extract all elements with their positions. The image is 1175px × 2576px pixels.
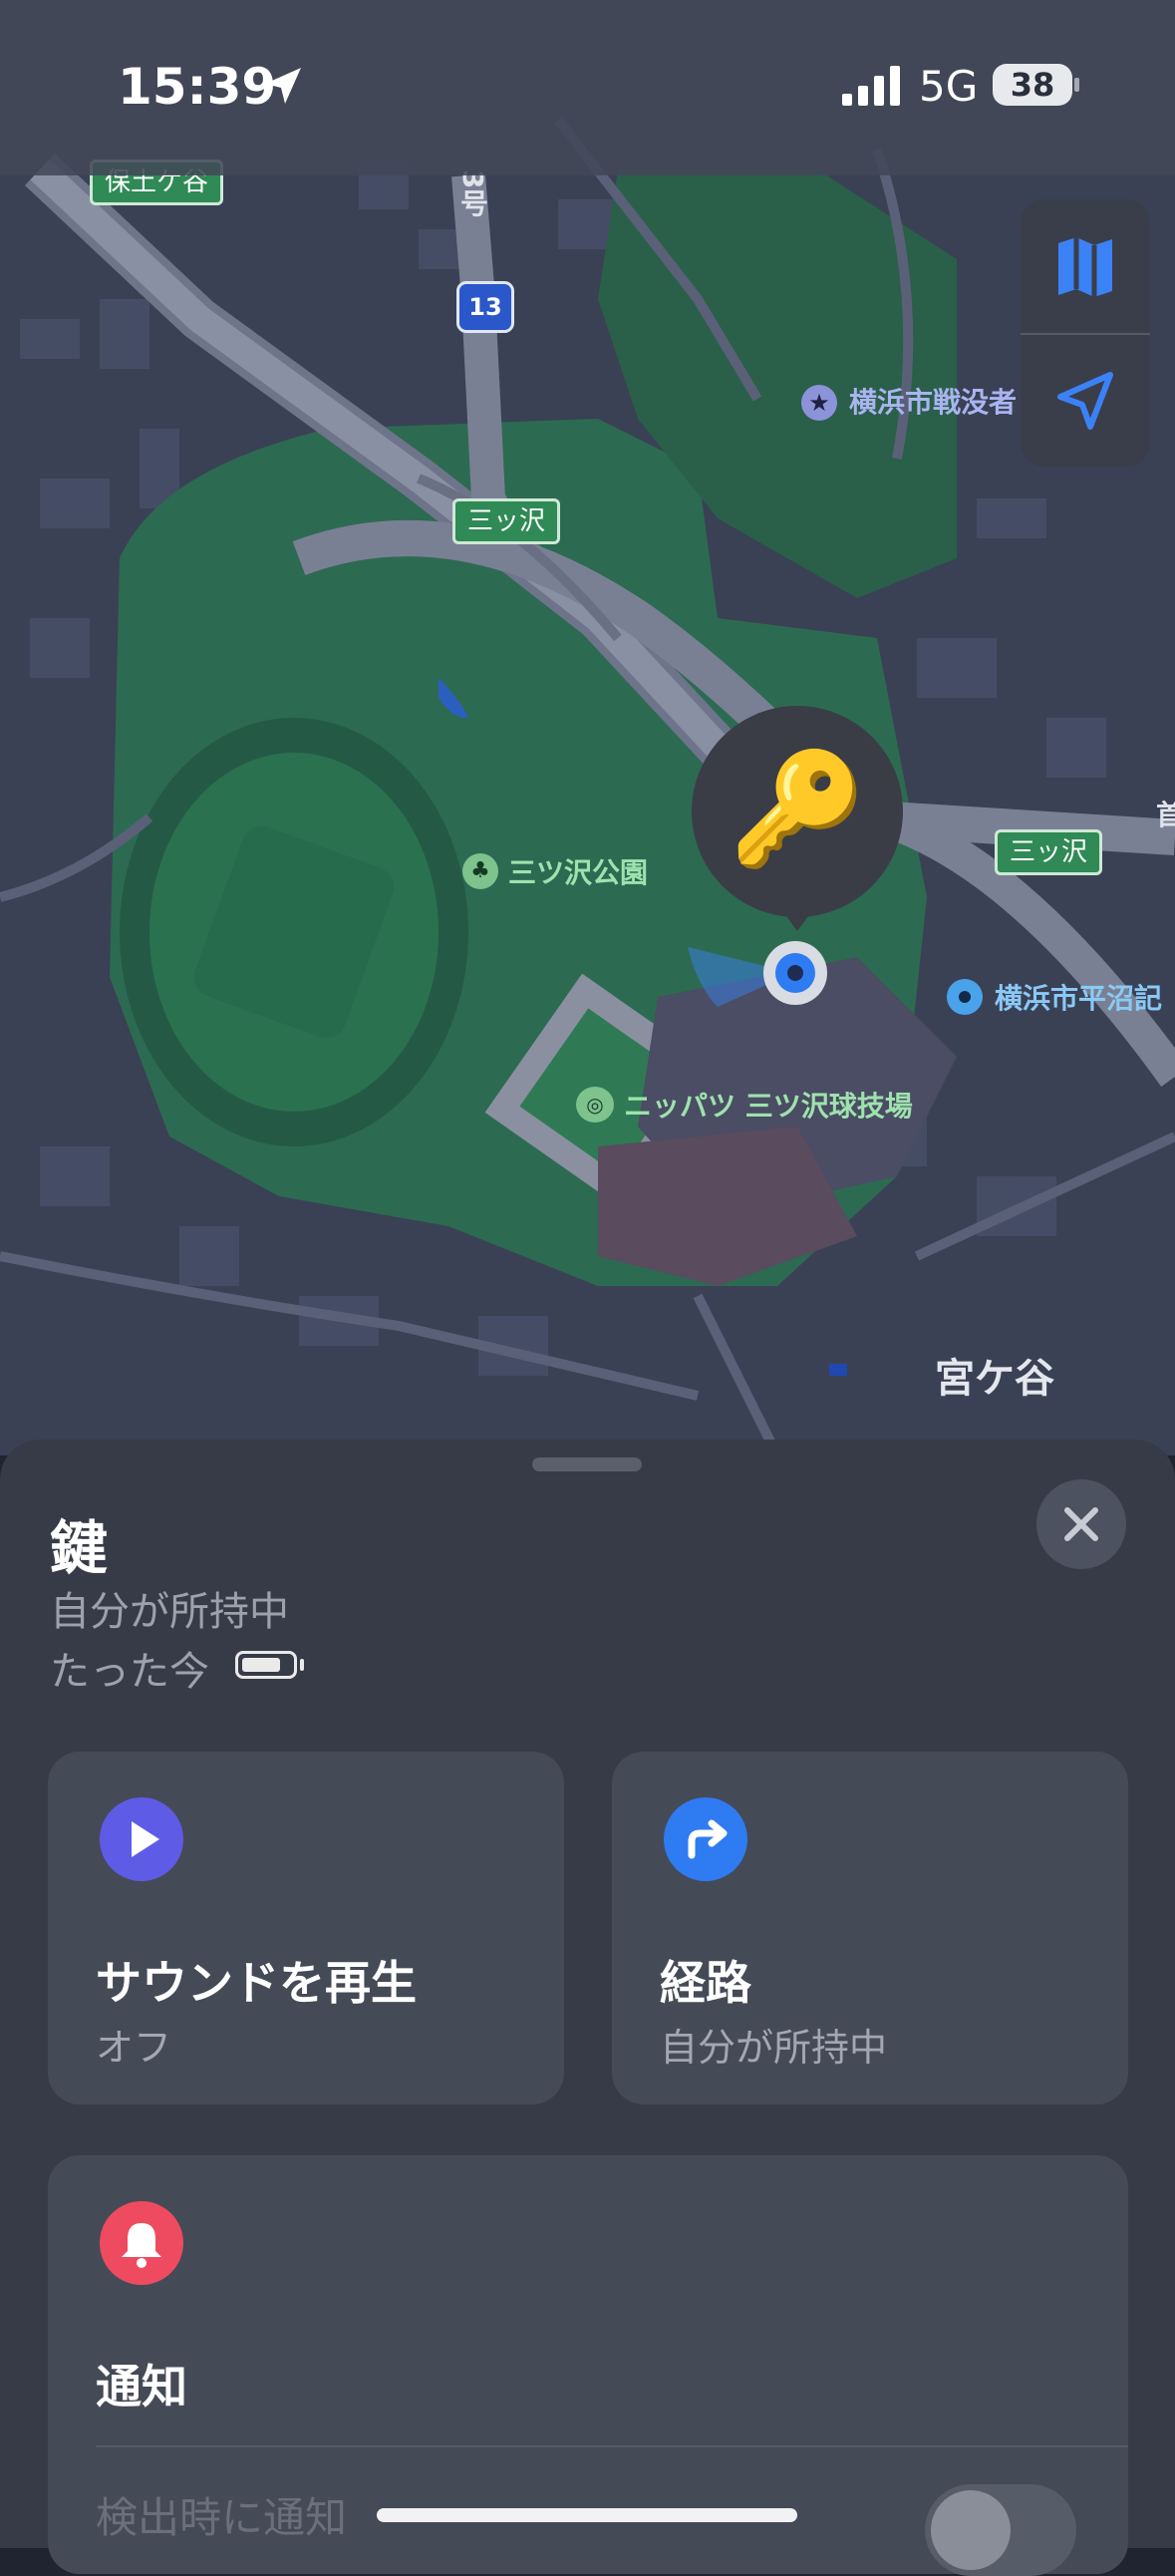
notify-when-found-toggle[interactable]	[925, 2484, 1076, 2576]
poi-park-label: 三ツ沢公園	[508, 856, 649, 889]
bell-glyph	[122, 2223, 161, 2268]
location-arrow-icon	[1057, 372, 1113, 430]
item-map-pin-tail	[781, 909, 813, 931]
dot-marker-core	[959, 991, 971, 1003]
item-battery-fill	[242, 1658, 280, 1672]
road-sign-text: 三ッ沢	[1010, 837, 1088, 867]
battery-level: 38	[1010, 66, 1055, 104]
directions-title: 経路	[660, 1956, 751, 2010]
toggle-knob	[931, 2490, 1011, 2570]
route-13-shield: 13	[456, 281, 514, 333]
map-edge-label: 首	[1156, 799, 1175, 831]
bell-icon	[100, 2201, 183, 2285]
item-title: 鍵	[50, 1514, 109, 1582]
turn-right-arrow-icon	[664, 1797, 747, 1881]
close-icon	[1064, 1507, 1098, 1541]
play-sound-status: オフ	[96, 2026, 172, 2070]
map-mode-button[interactable]	[1021, 199, 1150, 333]
stadium-icon: ◎	[576, 1087, 614, 1123]
play-icon	[100, 1797, 183, 1881]
map-controls	[1021, 199, 1150, 467]
item-map-pin[interactable]: 🔑	[692, 706, 903, 917]
item-battery-nub	[300, 1659, 304, 1671]
map-icon	[1058, 237, 1112, 297]
home-indicator[interactable]	[377, 2508, 797, 2522]
tree-icon: ♣	[462, 853, 498, 889]
directions-status: 自分が所持中	[660, 2026, 888, 2070]
cellular-signal-icon	[842, 66, 900, 106]
star-icon: ★	[801, 385, 837, 421]
district-label: 宮ケ谷	[935, 1356, 1054, 1402]
battery-icon: 38	[993, 64, 1072, 106]
item-last-seen: たった今	[50, 1649, 209, 1695]
poi-war-memorial-label: 横浜市戦没者	[849, 386, 1018, 419]
notify-when-found-label: 検出時に通知	[96, 2493, 348, 2542]
play-glyph	[132, 1821, 159, 1857]
status-time: 15:39	[118, 58, 277, 116]
battery-nub	[1074, 78, 1079, 92]
network-type-label: 5G	[919, 62, 979, 111]
road-sign-text: 三ッ沢	[467, 506, 546, 536]
sheet-grabber[interactable]	[532, 1457, 642, 1471]
item-owner-status: 自分が所持中	[50, 1589, 289, 1635]
map-canvas	[0, 0, 1175, 1455]
play-sound-title: サウンドを再生	[96, 1956, 417, 2010]
close-button[interactable]	[1036, 1479, 1126, 1569]
locate-me-button[interactable]	[1021, 335, 1150, 467]
route-name-label: 3号	[456, 169, 489, 217]
directions-button[interactable]: 経路 自分が所持中	[612, 1752, 1128, 2104]
item-battery-icon	[235, 1651, 297, 1679]
route-13-number: 13	[468, 293, 502, 321]
play-sound-button[interactable]: サウンドを再生 オフ	[48, 1752, 564, 2104]
item-detail-sheet: 鍵 自分が所持中 たった今 サウンドを再生 オフ 経路 自分が所持中 通知 検出…	[0, 1440, 1175, 2576]
notifications-title: 通知	[96, 2360, 187, 2414]
road-sign-mitsuzawa-2: 三ッ沢	[995, 829, 1103, 875]
turn-arrow-glyph	[688, 1819, 728, 1859]
status-bar: 15:39 5G 38	[0, 0, 1175, 175]
user-location-dot-core	[787, 965, 803, 981]
road-sign-mitsuzawa-1: 三ッ沢	[452, 498, 561, 544]
map-view[interactable]: 保土ケ谷 3号 13 三ッ沢 三ッ沢 ★ 横浜市戦没者 ♣ 三ツ沢公園 横浜市平…	[0, 0, 1175, 1455]
poi-stadium-label: ニッパツ 三ツ沢球技場	[624, 1090, 913, 1123]
key-icon: 🔑	[729, 745, 866, 872]
location-services-icon	[265, 68, 301, 104]
poi-hiranuma-label: 横浜市平沼記	[995, 982, 1163, 1015]
notifications-divider	[96, 2445, 1128, 2447]
